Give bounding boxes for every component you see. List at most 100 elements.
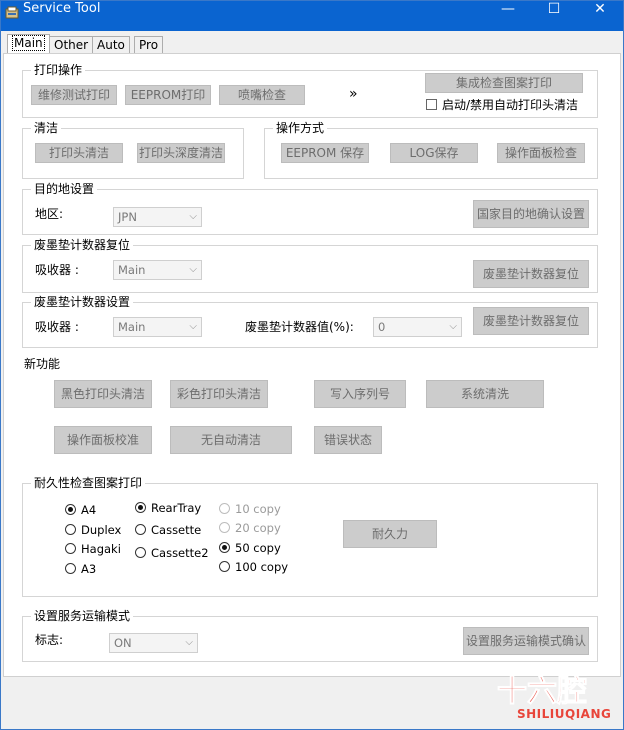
operation-mode-title: 操作方式: [273, 121, 328, 135]
main-tab-panel: 打印操作 维修测试打印 EEPROM打印 喷嘴检查 » 集成检查图案打印 启动/…: [3, 53, 621, 677]
error-status-button[interactable]: 错误状态: [314, 426, 382, 454]
tab-strip: Main Other Auto Pro: [1, 31, 623, 54]
tab-pro[interactable]: Pro: [134, 36, 164, 54]
feed-cassette-label: Cassette: [151, 523, 202, 537]
feed-cassette-radio[interactable]: [135, 524, 146, 535]
eeprom-save-button[interactable]: EEPROM 保存: [281, 143, 369, 163]
feed-cassette2-label: Cassette2: [151, 546, 209, 560]
waste-ink-reset-group: 废墨垫计数器复位 吸收器 : Main ⌵ 废墨垫计数器复位: [22, 238, 598, 293]
feed-cassette2-radio[interactable]: [135, 547, 146, 558]
copies-50-radio[interactable]: [219, 542, 230, 553]
tab-pro-label: Pro: [139, 38, 159, 52]
eeprom-print-button[interactable]: EEPROM打印: [125, 85, 211, 105]
copies-50-label: 50 copy: [235, 541, 281, 555]
durability-title: 耐久性检查图案打印: [31, 476, 146, 490]
counter-value-label: 废墨垫计数器值(%):: [245, 320, 354, 334]
service-tool-window: Service Tool — ☐ ✕ Main Other Auto Pro 打…: [0, 0, 624, 730]
window-title: Service Tool: [23, 1, 101, 16]
maximize-button[interactable]: ☐: [531, 1, 577, 23]
watermark-logo: 十六腔 SHILIUQIANG: [491, 669, 615, 725]
absorber-select[interactable]: Main ⌵: [113, 260, 202, 280]
paper-hagaki-label: Hagaki: [81, 542, 121, 556]
copies-10-label: 10 copy: [235, 502, 281, 516]
flag-select[interactable]: ON ⌵: [109, 633, 198, 653]
waste-ink-reset-button[interactable]: 废墨垫计数器复位: [473, 260, 589, 288]
print-operations-title: 打印操作: [31, 63, 86, 77]
region-select[interactable]: JPN ⌵: [113, 207, 202, 227]
region-label: 地区:: [35, 207, 64, 221]
destination-title: 目的地设置: [31, 182, 98, 196]
destination-confirm-button[interactable]: 国家目的地确认设置: [473, 200, 589, 228]
tab-auto-label: Auto: [97, 38, 125, 52]
transport-mode-confirm-button[interactable]: 设置服务运输模式确认: [463, 627, 589, 655]
absorber-label-2: 吸收器 :: [35, 320, 79, 334]
nozzle-check-button[interactable]: 喷嘴检查: [219, 85, 305, 105]
flag-value: ON: [114, 636, 132, 650]
chevron-down-icon: ⌵: [189, 264, 197, 275]
paper-duplex-radio[interactable]: [65, 524, 76, 535]
black-head-cleaning-button[interactable]: 黑色打印头清洁: [54, 380, 152, 408]
paper-a4-radio[interactable]: [65, 504, 76, 515]
chevron-down-icon: ⌵: [189, 211, 197, 222]
waste-ink-set-button[interactable]: 废墨垫计数器复位: [473, 307, 589, 335]
operation-mode-group: 操作方式 EEPROM 保存 LOG保存 操作面板检查: [264, 121, 598, 179]
new-functions-title: 新功能: [24, 357, 61, 371]
transport-mode-group: 设置服务运输模式 标志: ON ⌵ 设置服务运输模式确认: [22, 609, 598, 662]
log-save-button[interactable]: LOG保存: [390, 143, 478, 163]
counter-value-select[interactable]: 0 ⌵: [373, 317, 462, 337]
write-serial-button[interactable]: 写入序列号: [314, 380, 406, 408]
tab-main[interactable]: Main: [7, 34, 50, 54]
copies-20-radio[interactable]: [219, 522, 230, 533]
close-button[interactable]: ✕: [577, 1, 623, 23]
chevron-down-icon: ⌵: [185, 637, 193, 648]
paper-duplex-label: Duplex: [81, 523, 122, 537]
chevron-down-icon: ⌵: [449, 321, 457, 332]
durability-button[interactable]: 耐久力: [343, 520, 437, 548]
title-bar[interactable]: Service Tool — ☐ ✕: [1, 1, 623, 31]
head-cleaning-button[interactable]: 打印头清洁: [35, 143, 123, 163]
counter-value: 0: [378, 320, 386, 334]
waste-ink-set-group: 废墨垫计数器设置 吸收器 : Main ⌵ 废墨垫计数器值(%): 0 ⌵ 废墨…: [22, 295, 598, 348]
chevron-down-icon: ⌵: [189, 321, 197, 332]
waste-ink-set-title: 废墨垫计数器设置: [31, 295, 134, 309]
no-auto-cleaning-button[interactable]: 无自动清洁: [170, 426, 292, 454]
color-head-cleaning-button[interactable]: 彩色打印头清洁: [170, 380, 268, 408]
maintenance-test-print-button[interactable]: 维修测试打印: [31, 85, 117, 105]
panel-check-button[interactable]: 操作面板检查: [497, 143, 585, 163]
app-icon: [5, 6, 19, 19]
cleaning-title: 清洁: [31, 121, 62, 135]
absorber-value-2: Main: [118, 320, 146, 334]
svg-text:十六腔: 十六腔: [497, 674, 587, 709]
auto-head-cleaning-checkbox[interactable]: [426, 99, 437, 110]
watermark-text: SHILIUQIANG: [517, 707, 612, 721]
cleaning-group: 清洁 打印头清洁 打印头深度清洁: [22, 121, 244, 179]
transport-mode-title: 设置服务运输模式: [31, 609, 134, 623]
destination-group: 目的地设置 地区: JPN ⌵ 国家目的地确认设置: [22, 182, 598, 235]
panel-calibration-button[interactable]: 操作面板校准: [54, 426, 152, 454]
absorber-value: Main: [118, 263, 146, 277]
minimize-button[interactable]: —: [485, 1, 531, 23]
copies-100-radio[interactable]: [219, 561, 230, 572]
absorber-select-2[interactable]: Main ⌵: [113, 317, 202, 337]
tab-other[interactable]: Other: [49, 36, 94, 54]
auto-head-cleaning-label: 启动/禁用自动打印头清洁: [442, 98, 579, 112]
copies-100-label: 100 copy: [235, 560, 289, 574]
tab-main-label: Main: [12, 35, 45, 51]
region-value: JPN: [118, 210, 137, 224]
feed-reartray-label: RearTray: [151, 501, 202, 515]
system-flush-button[interactable]: 系统清洗: [426, 380, 544, 408]
copies-20-label: 20 copy: [235, 521, 281, 535]
deep-head-cleaning-button[interactable]: 打印头深度清洁: [137, 143, 225, 163]
paper-a4-label: A4: [81, 503, 97, 517]
absorber-label: 吸收器 :: [35, 263, 79, 277]
tab-auto[interactable]: Auto: [92, 36, 130, 54]
paper-a3-radio[interactable]: [65, 563, 76, 574]
more-chevron-icon[interactable]: »: [349, 87, 358, 101]
paper-hagaki-radio[interactable]: [65, 543, 76, 554]
watermark-cn-logo: 十六腔: [497, 674, 588, 710]
waste-ink-reset-title: 废墨垫计数器复位: [31, 238, 134, 252]
integrated-check-pattern-button[interactable]: 集成检查图案打印: [425, 73, 583, 93]
copies-10-radio[interactable]: [219, 503, 230, 514]
feed-reartray-radio[interactable]: [135, 502, 146, 513]
print-operations-group: 打印操作 维修测试打印 EEPROM打印 喷嘴检查 » 集成检查图案打印 启动/…: [22, 63, 598, 118]
